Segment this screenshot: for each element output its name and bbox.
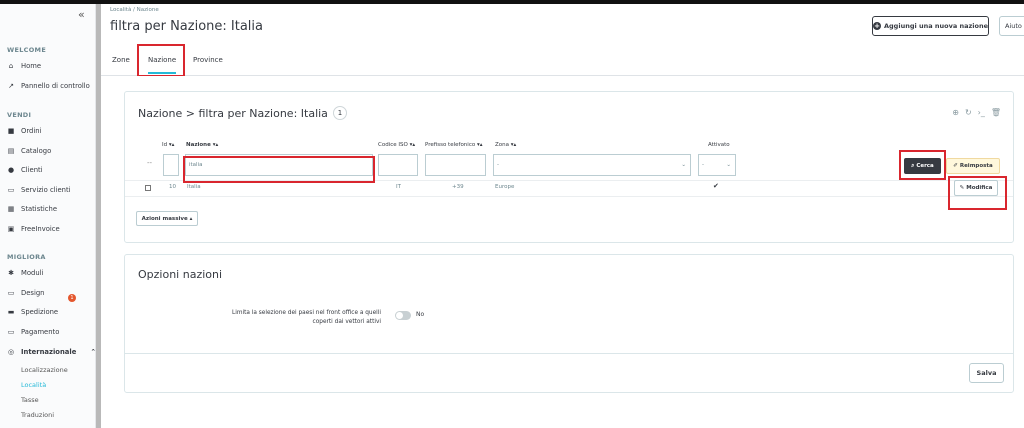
check-icon: ✔ <box>713 182 719 190</box>
active-filter-select[interactable]: - ⌄ <box>698 154 736 176</box>
cell-iso: IT <box>396 184 401 190</box>
bulk-actions-button[interactable]: Azioni massive ▴ <box>136 211 198 226</box>
monitor-icon: ▭ <box>7 289 15 297</box>
chevron-down-icon: ⌄ <box>681 162 686 168</box>
search-button[interactable]: ⌕ Cerca <box>904 158 941 174</box>
sidebar-item-catalog[interactable]: ▤ Catalogo <box>7 147 52 155</box>
restrict-countries-label: Limita la selezione dei paesi nel front … <box>231 310 381 325</box>
options-heading: Opzioni nazioni <box>138 268 223 281</box>
user-icon: ● <box>7 166 15 174</box>
col-codice-iso[interactable]: Codice ISO ▾▴ <box>378 142 415 148</box>
sidebar-item-payment[interactable]: ▭ Pagamento <box>7 328 60 336</box>
nazione-filter-input[interactable]: italia <box>185 154 373 176</box>
options-card: Opzioni nazioni Limita la selezione dei … <box>124 254 1014 393</box>
row-checkbox[interactable] <box>145 185 151 191</box>
sidebar-sub-taxes[interactable]: Tasse <box>21 396 39 404</box>
chat-icon: ▭ <box>7 186 15 194</box>
sidebar-sub-translations[interactable]: Traduzioni <box>21 411 54 419</box>
list-toolbar: ⊕ ↻ ›_ 🗑 <box>952 108 1001 117</box>
sidebar-item-international[interactable]: ◎ Internazionale ⌃ <box>7 348 95 356</box>
globe-icon: ◎ <box>7 348 15 356</box>
sidebar-sub-locations[interactable]: Località <box>21 381 46 389</box>
tab-province[interactable]: Province <box>193 56 223 64</box>
restrict-countries-toggle[interactable] <box>395 311 411 320</box>
col-id[interactable]: Id ▾▴ <box>162 142 174 148</box>
col-nazione[interactable]: Nazione ▾▴ <box>186 142 218 148</box>
search-icon: ⌕ <box>911 162 915 169</box>
home-icon: ⌂ <box>8 62 14 70</box>
pencil-icon: ✎ <box>959 185 965 191</box>
sidebar-item-dashboard[interactable]: ↗ Pannello di controllo <box>7 82 90 90</box>
trend-icon: ↗ <box>8 82 14 90</box>
sidebar-item-design[interactable]: ▭ Design <box>7 289 45 297</box>
terminal-icon[interactable]: ›_ <box>978 108 985 117</box>
tab-zone[interactable]: Zone <box>112 56 130 64</box>
list-heading: Nazione > filtra per Nazione: Italia 1 <box>138 106 347 120</box>
cell-zona: Europe <box>495 184 515 190</box>
col-zona[interactable]: Zona ▾▴ <box>495 142 516 148</box>
section-migliora: MIGLIORA <box>7 253 46 261</box>
iso-filter-input[interactable] <box>378 154 418 176</box>
row-divider <box>125 196 1013 197</box>
add-country-button[interactable]: + Aggiungi una nuova nazione <box>872 16 989 36</box>
breadcrumb[interactable]: Località / Nazione <box>110 7 159 13</box>
sidebar-item-freeinvoice[interactable]: ▣ FreeInvoice <box>7 225 60 233</box>
sidebar-item-stats[interactable]: ▦ Statistiche <box>7 205 57 213</box>
refresh-icon[interactable]: ↻ <box>965 108 972 117</box>
page-title: filtra per Nazione: Italia <box>110 19 263 34</box>
sidebar-item-orders[interactable]: ■ Ordini <box>7 127 42 135</box>
tabs-bar: Zone Nazione Province <box>101 48 1024 76</box>
toggle-value-label: No <box>416 311 425 318</box>
filter-row: -- italia - ⌄ - ⌄ <box>125 154 1013 176</box>
sidebar-item-modules[interactable]: ✱ Moduli <box>7 269 43 277</box>
help-button[interactable]: Aiuto <box>999 16 1024 36</box>
truck-icon: ▬ <box>7 308 15 316</box>
tab-nazione[interactable]: Nazione <box>148 56 177 74</box>
plus-circle-icon: + <box>873 22 881 30</box>
prefix-filter-input[interactable] <box>425 154 486 176</box>
sidebar-sub-localization[interactable]: Localizzazione <box>21 366 68 374</box>
col-attivato: Attivato <box>708 142 730 148</box>
sidebar-item-customers[interactable]: ● Clienti <box>7 166 43 174</box>
chevron-down-icon: ⌄ <box>726 162 731 168</box>
add-icon[interactable]: ⊕ <box>952 108 959 117</box>
cart-icon: ■ <box>7 127 15 135</box>
row-divider <box>125 180 1013 181</box>
result-count-badge: 1 <box>332 106 347 120</box>
trash-icon[interactable]: 🗑 <box>991 108 1001 117</box>
puzzle-icon: ✱ <box>8 269 14 277</box>
invoice-icon: ▣ <box>7 225 15 233</box>
zona-filter-select[interactable]: - ⌄ <box>493 154 691 176</box>
card-icon: ▭ <box>7 328 15 336</box>
id-filter-input[interactable] <box>163 154 179 176</box>
main-area: Località / Nazione filtra per Nazione: I… <box>101 4 1024 428</box>
catalog-icon: ▤ <box>7 147 15 155</box>
sidebar-item-home[interactable]: ⌂ Home <box>7 62 41 70</box>
col-prefisso[interactable]: Prefisso telefonico ▾▴ <box>425 142 482 148</box>
options-divider <box>125 353 1013 354</box>
sidebar-item-customer-service[interactable]: ▭ Servizio clienti <box>7 186 71 194</box>
edit-button[interactable]: ✎ Modifica <box>954 180 998 196</box>
filter-dash: -- <box>147 159 153 167</box>
sidebar: « WELCOME ⌂ Home ↗ Pannello di controllo V… <box>0 4 96 428</box>
country-list-card: Nazione > filtra per Nazione: Italia 1 ⊕ … <box>124 91 1014 243</box>
chart-icon: ▦ <box>7 205 15 213</box>
eraser-icon: ✐ <box>953 163 958 169</box>
section-vendi: VENDI <box>7 111 32 119</box>
section-welcome: WELCOME <box>7 46 47 54</box>
save-button[interactable]: Salva <box>969 363 1004 383</box>
collapse-sidebar-icon[interactable]: « <box>78 8 85 21</box>
sidebar-item-shipping[interactable]: ▬ Spedizione <box>7 308 58 316</box>
reset-button[interactable]: ✐ Reimposta <box>946 158 1000 174</box>
cell-prefix: +39 <box>452 184 464 190</box>
content-area: Nazione > filtra per Nazione: Italia 1 ⊕ … <box>101 76 1024 428</box>
cell-id: 10 <box>169 184 176 190</box>
cell-nazione: Italia <box>187 184 201 190</box>
design-badge: 1 <box>68 294 76 302</box>
